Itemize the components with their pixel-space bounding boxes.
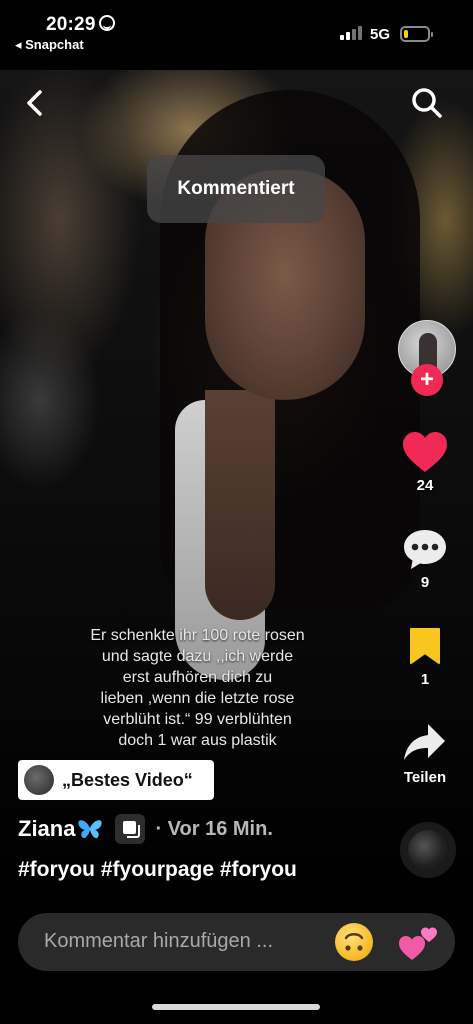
heart-icon[interactable] <box>401 430 449 474</box>
label-text: „Bestes Video“ <box>62 769 193 790</box>
battery-level <box>404 30 408 38</box>
status-bar: 20:29 ◂ Snapchat 5G <box>0 0 473 70</box>
comment-placeholder: Kommentar hinzufügen ... <box>44 930 274 952</box>
search-icon[interactable] <box>410 86 444 120</box>
back-to-app-link[interactable]: ◂ Snapchat <box>15 37 84 53</box>
like-count: 24 <box>416 477 434 494</box>
video-subject-neck <box>205 390 275 620</box>
comment-count: 9 <box>420 574 430 591</box>
author-name[interactable]: Ziana <box>18 816 75 842</box>
follow-button[interactable]: + <box>411 364 443 396</box>
home-indicator[interactable] <box>152 1004 320 1010</box>
two-hearts-emoji[interactable] <box>398 922 440 962</box>
save-count: 1 <box>420 671 430 688</box>
network-type: 5G <box>370 26 391 43</box>
music-disc-icon[interactable] <box>400 822 456 878</box>
battery-icon <box>400 26 433 42</box>
repost-icon[interactable] <box>115 814 146 844</box>
back-arrow-icon[interactable] <box>22 88 52 118</box>
post-time: · Vor 16 Min. <box>155 817 273 840</box>
smiley-status-icon <box>98 15 115 31</box>
video-overlay-text: Er schenkte ihr 100 rote rosen und sagte… <box>90 627 305 749</box>
bookmark-icon[interactable] <box>408 626 442 666</box>
signal-icon <box>340 26 364 40</box>
share-label: Teilen <box>403 769 447 786</box>
best-video-label[interactable]: „Bestes Video“ <box>18 760 214 800</box>
share-arrow-icon[interactable] <box>402 722 446 762</box>
butterfly-icon <box>78 820 103 839</box>
hashtags[interactable]: #foryou #fyourpage #foryou <box>18 858 297 882</box>
status-time: 20:29 <box>46 14 115 36</box>
toast-notification: Kommentiert <box>147 155 325 223</box>
upside-down-smile-emoji[interactable] <box>335 923 373 961</box>
comment-bubble-icon[interactable] <box>402 527 448 571</box>
label-thumbnail <box>24 765 54 795</box>
author-row: Ziana · Vor 16 Min. <box>18 814 273 844</box>
